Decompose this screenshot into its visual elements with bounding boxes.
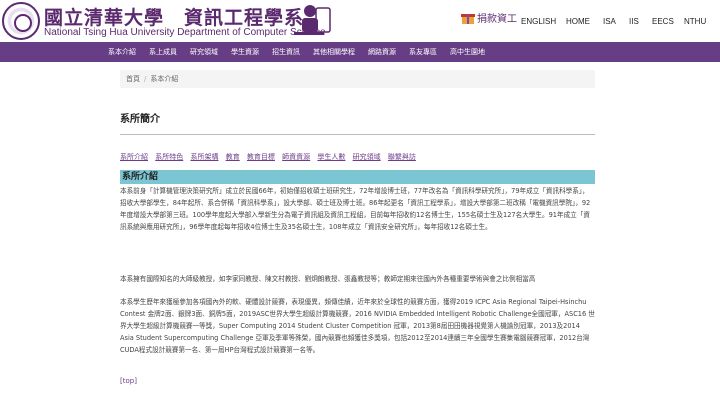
subnav-features[interactable]: 系所特色 bbox=[155, 153, 183, 161]
nav-item-student-resources[interactable]: 學生資源 bbox=[231, 47, 259, 57]
back-to-top-link[interactable]: [top] bbox=[120, 377, 137, 385]
donate-label: 捐款資工 bbox=[477, 14, 517, 25]
nav-item-high-school[interactable]: 高中生園地 bbox=[450, 47, 485, 57]
subnav-research[interactable]: 研究領域 bbox=[353, 153, 381, 161]
subnav-structure[interactable]: 系所架構 bbox=[190, 153, 218, 161]
topnav-eecs[interactable]: EECS bbox=[652, 17, 674, 26]
section-heading: 系所介紹 bbox=[120, 170, 595, 184]
subnav-student-count[interactable]: 學生人數 bbox=[317, 153, 345, 161]
page-title: 系所簡介 bbox=[120, 114, 160, 125]
nav-item-research[interactable]: 研究領域 bbox=[190, 47, 218, 57]
nthu-seal-logo[interactable] bbox=[2, 2, 40, 40]
topnav-home[interactable]: HOME bbox=[566, 17, 590, 26]
faculty-paragraph: 本系擁有國際知名的大師級教授，如李家同教授、陳文村教授、劉炯朗教授、張鑫教授等；… bbox=[120, 275, 536, 283]
divider bbox=[120, 134, 595, 135]
topnav-english[interactable]: ENGLISH bbox=[521, 17, 556, 26]
topnav-nthu[interactable]: NTHU bbox=[684, 17, 706, 26]
subnav-education-goals[interactable]: 教育目標 bbox=[247, 153, 275, 161]
achievements-paragraph: 本系學生歷年來獲極參加各項國內外的軟、硬體設計競賽，表現優異，頻傳佳績，近年來於… bbox=[120, 298, 595, 354]
nav-item-programs[interactable]: 其他相關學程 bbox=[313, 47, 355, 57]
gift-icon bbox=[461, 13, 475, 24]
site-header: 國立清華大學 資訊工程學系 National Tsing Hua Univers… bbox=[0, 0, 720, 42]
subnav-education[interactable]: 教育 bbox=[226, 153, 240, 161]
intro-paragraph: 本系前身「計算機管理決策研究所」成立於民國66年，初始僅招收碩士班研究生，72年… bbox=[120, 187, 591, 231]
topnav-isa[interactable]: ISA bbox=[603, 17, 616, 26]
logo-title-zh[interactable]: 國立清華大學 資訊工程學系 bbox=[44, 3, 304, 30]
donate-link[interactable]: 捐款資工 bbox=[461, 10, 517, 25]
breadcrumb-current: 系本介紹 bbox=[150, 75, 179, 83]
subnav-intro[interactable]: 系所介紹 bbox=[120, 153, 148, 161]
nav-item-admissions[interactable]: 招生資訊 bbox=[272, 47, 300, 57]
breadcrumb: 首頁 / 系本介紹 bbox=[120, 70, 595, 88]
topnav-iis[interactable]: IIS bbox=[629, 17, 639, 26]
subnav-contact[interactable]: 聯繫與訪 bbox=[388, 153, 416, 161]
nav-item-members[interactable]: 系上成員 bbox=[149, 47, 177, 57]
section-subnav: 系所介紹 系所特色 系所架構 教育 教育目標 師資資源 學生人數 研究領域 聯繫… bbox=[120, 152, 421, 162]
student-laptop-icon bbox=[294, 5, 331, 35]
logo-title-en[interactable]: National Tsing Hua University Department… bbox=[44, 27, 326, 38]
nav-item-web-resources[interactable]: 網路資源 bbox=[368, 47, 396, 57]
nav-item-alumni[interactable]: 系友專區 bbox=[409, 47, 437, 57]
main-nav: 系本介紹 系上成員 研究領域 學生資源 招生資訊 其他相關學程 網路資源 系友專… bbox=[0, 42, 720, 62]
breadcrumb-home[interactable]: 首頁 bbox=[126, 74, 140, 84]
breadcrumb-separator: / bbox=[144, 75, 147, 83]
nav-item-about[interactable]: 系本介紹 bbox=[108, 47, 136, 57]
subnav-faculty[interactable]: 師資資源 bbox=[282, 153, 310, 161]
